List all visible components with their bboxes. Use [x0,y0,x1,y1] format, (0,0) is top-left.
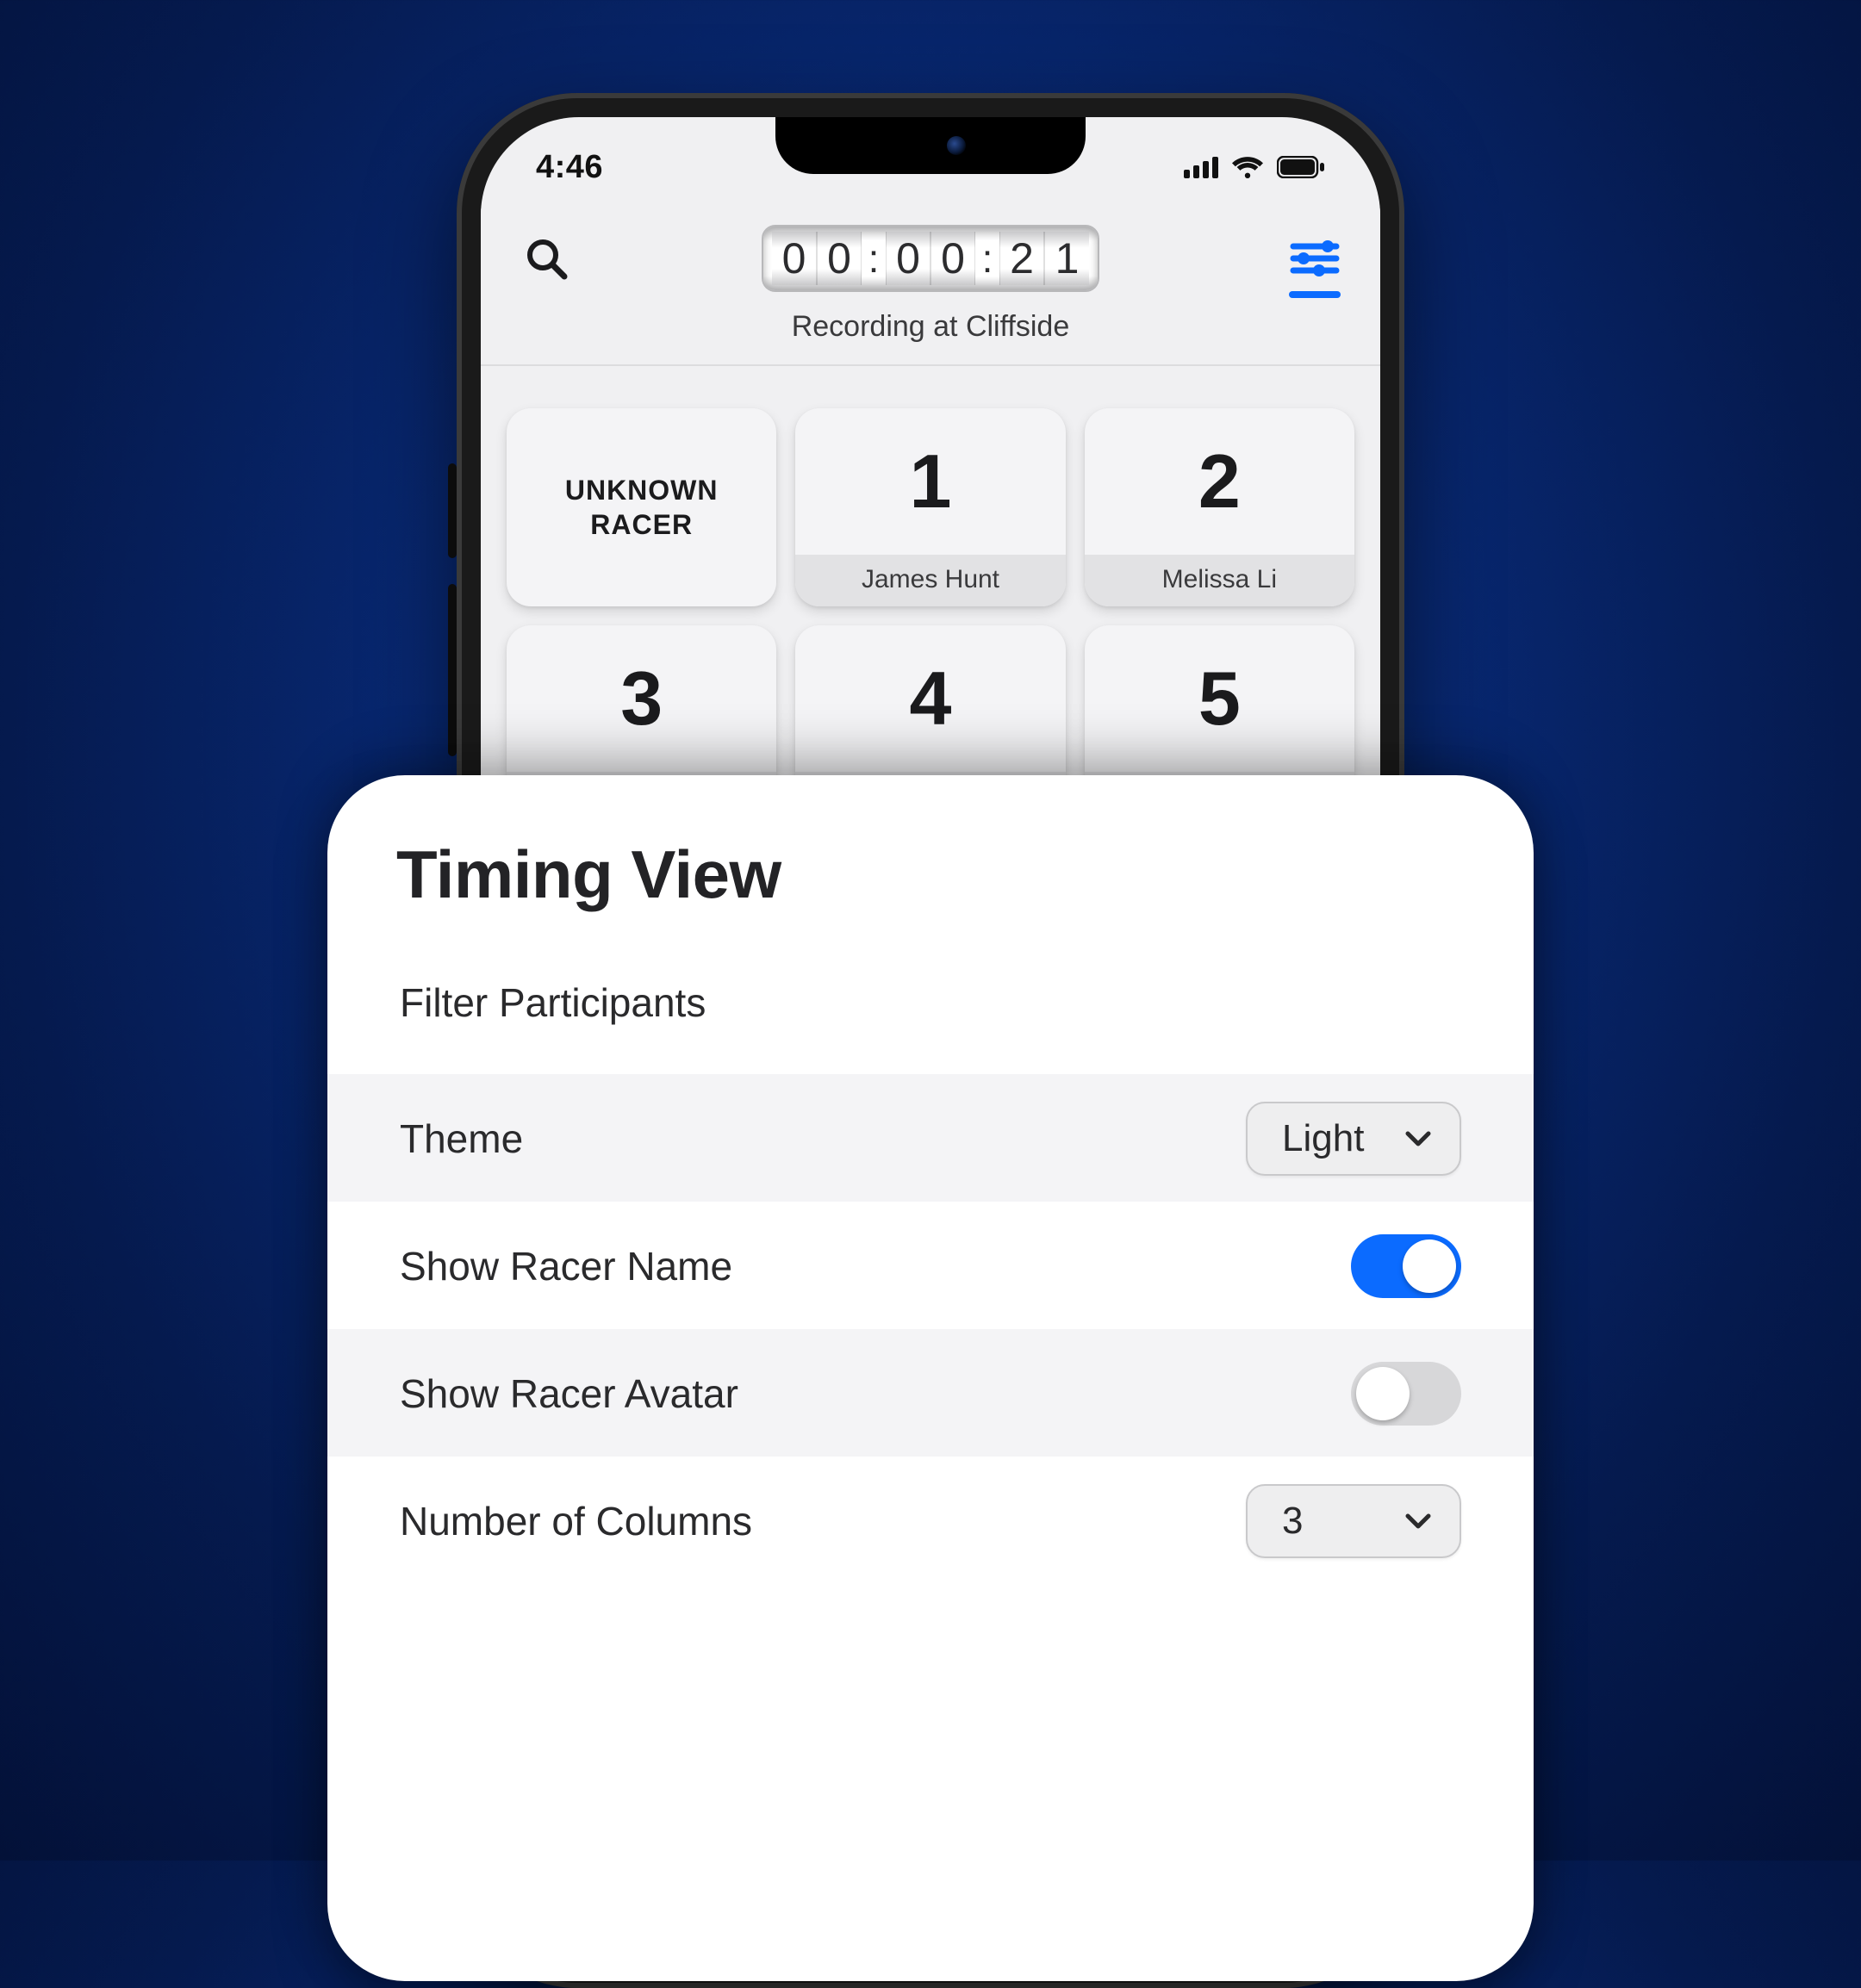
racer-number: 1 [910,408,952,555]
sliders-icon [1290,239,1340,277]
search-icon [524,236,569,281]
racer-number: 3 [620,625,663,772]
notch [775,117,1086,174]
timer-digit: 0 [886,232,930,285]
recording-subtitle: Recording at Cliffside [515,310,1346,344]
racer-name: James Hunt [795,555,1065,606]
chevron-down-icon [1403,1123,1434,1154]
row-label: Theme [400,1115,523,1162]
chevron-down-icon [1403,1506,1434,1537]
racer-number: UNKNOWN RACER [507,408,776,606]
app-header: 0 0 : 0 0 : 2 1 [481,208,1380,366]
row-label: Show Racer Avatar [400,1370,738,1417]
timer-digit: 0 [930,232,975,285]
sheet-title: Timing View [396,836,1465,914]
racer-card-unknown[interactable]: UNKNOWN RACER [507,408,776,606]
active-tab-indicator [1289,291,1341,298]
columns-select[interactable]: 3 [1246,1484,1461,1558]
timer-digit: 0 [817,232,862,285]
select-value: 3 [1282,1500,1303,1543]
status-indicators [1184,155,1325,179]
wifi-icon [1230,155,1265,179]
timer-separator: : [975,232,999,285]
timer-display: 0 0 : 0 0 : 2 1 [762,225,1099,292]
racer-name: Melissa Li [1085,555,1354,606]
row-label: Number of Columns [400,1498,752,1544]
timer-digit: 0 [772,232,817,285]
row-number-of-columns: Number of Columns 3 [396,1457,1465,1584]
racer-number: 5 [1198,625,1241,772]
toggle-show-racer-name[interactable] [1351,1234,1461,1298]
timer-digit: 1 [1044,232,1089,285]
search-button[interactable] [515,227,577,289]
row-label: Show Racer Name [400,1243,732,1289]
toggle-knob [1403,1239,1456,1293]
row-show-racer-avatar: Show Racer Avatar [327,1329,1534,1457]
select-value: Light [1282,1117,1364,1160]
view-settings-button[interactable] [1284,227,1346,289]
settings-sheet: Timing View Filter Participants Theme Li… [327,775,1534,1981]
racer-number: 2 [1198,408,1241,555]
status-time: 4:46 [536,149,603,186]
row-filter-participants[interactable]: Filter Participants [396,929,1465,1074]
theme-select[interactable]: Light [1246,1102,1461,1176]
racer-card[interactable]: 2 Melissa Li [1085,408,1354,606]
cellular-icon [1184,156,1218,178]
racer-card[interactable]: 1 James Hunt [795,408,1065,606]
toggle-knob [1356,1367,1410,1420]
toggle-show-racer-avatar[interactable] [1351,1362,1461,1426]
front-camera-icon [947,136,966,155]
racer-grid: UNKNOWN RACER 1 James Hunt 2 Melissa Li … [481,393,1380,839]
row-label: Filter Participants [400,979,706,1026]
battery-icon [1277,156,1325,178]
timer-digit: 2 [999,232,1044,285]
row-show-racer-name: Show Racer Name [396,1202,1465,1329]
timer-separator: : [862,232,886,285]
racer-number: 4 [910,625,952,772]
row-theme: Theme Light [327,1074,1534,1202]
